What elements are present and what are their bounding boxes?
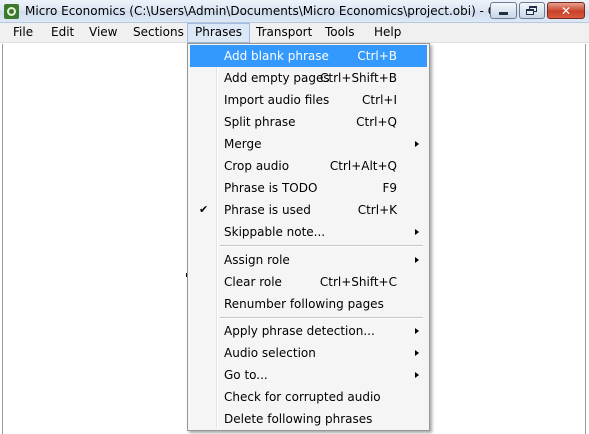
menu-item-label: Assign role [224, 253, 290, 267]
menu-item-label: Phrase is used [224, 203, 311, 217]
menu-item-skippable-note[interactable]: Skippable note... [190, 221, 427, 243]
menu-item-label: Go to... [224, 368, 268, 382]
menu-item-merge[interactable]: Merge [190, 133, 427, 155]
submenu-arrow-icon [415, 257, 419, 263]
menu-item-label: Renumber following pages [224, 297, 384, 311]
menu-item-renumber-following-pages[interactable]: Renumber following pages [190, 293, 427, 315]
menu-item-label: Split phrase [224, 115, 296, 129]
menu-item-shortcut: Ctrl+Shift+B [320, 71, 397, 85]
menu-item-label: Delete following phrases [224, 412, 373, 426]
menu-item-apply-phrase-detection[interactable]: Apply phrase detection... [190, 320, 427, 342]
menu-item-shortcut: F9 [382, 181, 397, 195]
close-button[interactable]: ✕ [547, 2, 585, 19]
close-icon: ✕ [560, 3, 572, 18]
menu-edit[interactable]: Edit [44, 23, 81, 43]
menu-sections[interactable]: Sections [126, 23, 191, 43]
menu-item-go-to[interactable]: Go to... [190, 364, 427, 386]
menu-tools[interactable]: Tools [318, 23, 362, 43]
menu-item-label: Crop audio [224, 159, 290, 173]
menu-item-shortcut: Ctrl+Alt+Q [329, 159, 397, 173]
menu-item-label: Import audio files [224, 93, 330, 107]
menu-item-add-blank-phrase[interactable]: Add blank phrase Ctrl+B [190, 45, 427, 67]
menu-item-shortcut: Ctrl+Shift+C [319, 275, 397, 289]
menu-view[interactable]: View [82, 23, 124, 43]
menu-bar: File Edit View Sections Phrases Transpor… [0, 23, 589, 43]
submenu-arrow-icon [415, 372, 419, 378]
menu-item-phrase-is-todo[interactable]: Phrase is TODO F9 [190, 177, 427, 199]
menu-item-label: Clear role [224, 275, 282, 289]
menu-item-shortcut: Ctrl+Q [356, 115, 397, 129]
panel-border [585, 44, 586, 434]
minimize-button[interactable] [490, 2, 517, 19]
menu-help[interactable]: Help [367, 23, 408, 43]
menu-item-shortcut: Ctrl+K [357, 203, 397, 217]
app-icon[interactable] [4, 4, 19, 19]
restore-icon [526, 5, 538, 16]
submenu-arrow-icon [415, 141, 419, 147]
menu-item-label: Add blank phrase [224, 49, 329, 63]
menu-phrases[interactable]: Phrases [187, 23, 251, 43]
panel-border [2, 44, 3, 434]
menu-item-split-phrase[interactable]: Split phrase Ctrl+Q [190, 111, 427, 133]
phrases-menu-dropdown: Add blank phrase Ctrl+B Add empty pages … [187, 43, 430, 431]
menu-item-shortcut: Ctrl+I [362, 93, 397, 107]
submenu-arrow-icon [415, 328, 419, 334]
menu-item-check-for-corrupted-audio[interactable]: Check for corrupted audio [190, 386, 427, 408]
checkmark-icon: ✔ [199, 203, 209, 216]
menu-item-clear-role[interactable]: Clear role Ctrl+Shift+C [190, 271, 427, 293]
menu-item-label: Audio selection [224, 346, 316, 360]
maximize-button[interactable] [519, 2, 545, 19]
menu-transport[interactable]: Transport [249, 23, 319, 43]
menu-item-add-empty-pages[interactable]: Add empty pages Ctrl+Shift+B [190, 67, 427, 89]
menu-item-shortcut: Ctrl+B [357, 49, 397, 63]
menu-item-label: Add empty pages [224, 71, 330, 85]
menu-item-label: Merge [224, 137, 262, 151]
menu-item-label: Phrase is TODO [224, 181, 318, 195]
window-title: Micro Economics (C:\Users\Admin\Document… [25, 4, 509, 18]
menu-item-crop-audio[interactable]: Crop audio Ctrl+Alt+Q [190, 155, 427, 177]
menu-item-label: Skippable note... [224, 225, 326, 239]
title-bar[interactable]: Micro Economics (C:\Users\Admin\Document… [0, 0, 589, 23]
menu-file[interactable]: File [6, 23, 40, 43]
submenu-arrow-icon [415, 350, 419, 356]
menu-item-phrase-is-used[interactable]: ✔ Phrase is used Ctrl+K [190, 199, 427, 221]
menu-item-import-audio-files[interactable]: Import audio files Ctrl+I [190, 89, 427, 111]
menu-item-label: Check for corrupted audio [224, 390, 381, 404]
menu-item-label: Apply phrase detection... [224, 324, 375, 338]
menu-separator [220, 317, 423, 319]
menu-separator [220, 245, 423, 247]
menu-item-audio-selection[interactable]: Audio selection [190, 342, 427, 364]
menu-item-delete-following-phrases[interactable]: Delete following phrases [190, 408, 427, 430]
minimize-icon [499, 12, 508, 15]
menu-item-assign-role[interactable]: Assign role [190, 249, 427, 271]
submenu-arrow-icon [415, 229, 419, 235]
